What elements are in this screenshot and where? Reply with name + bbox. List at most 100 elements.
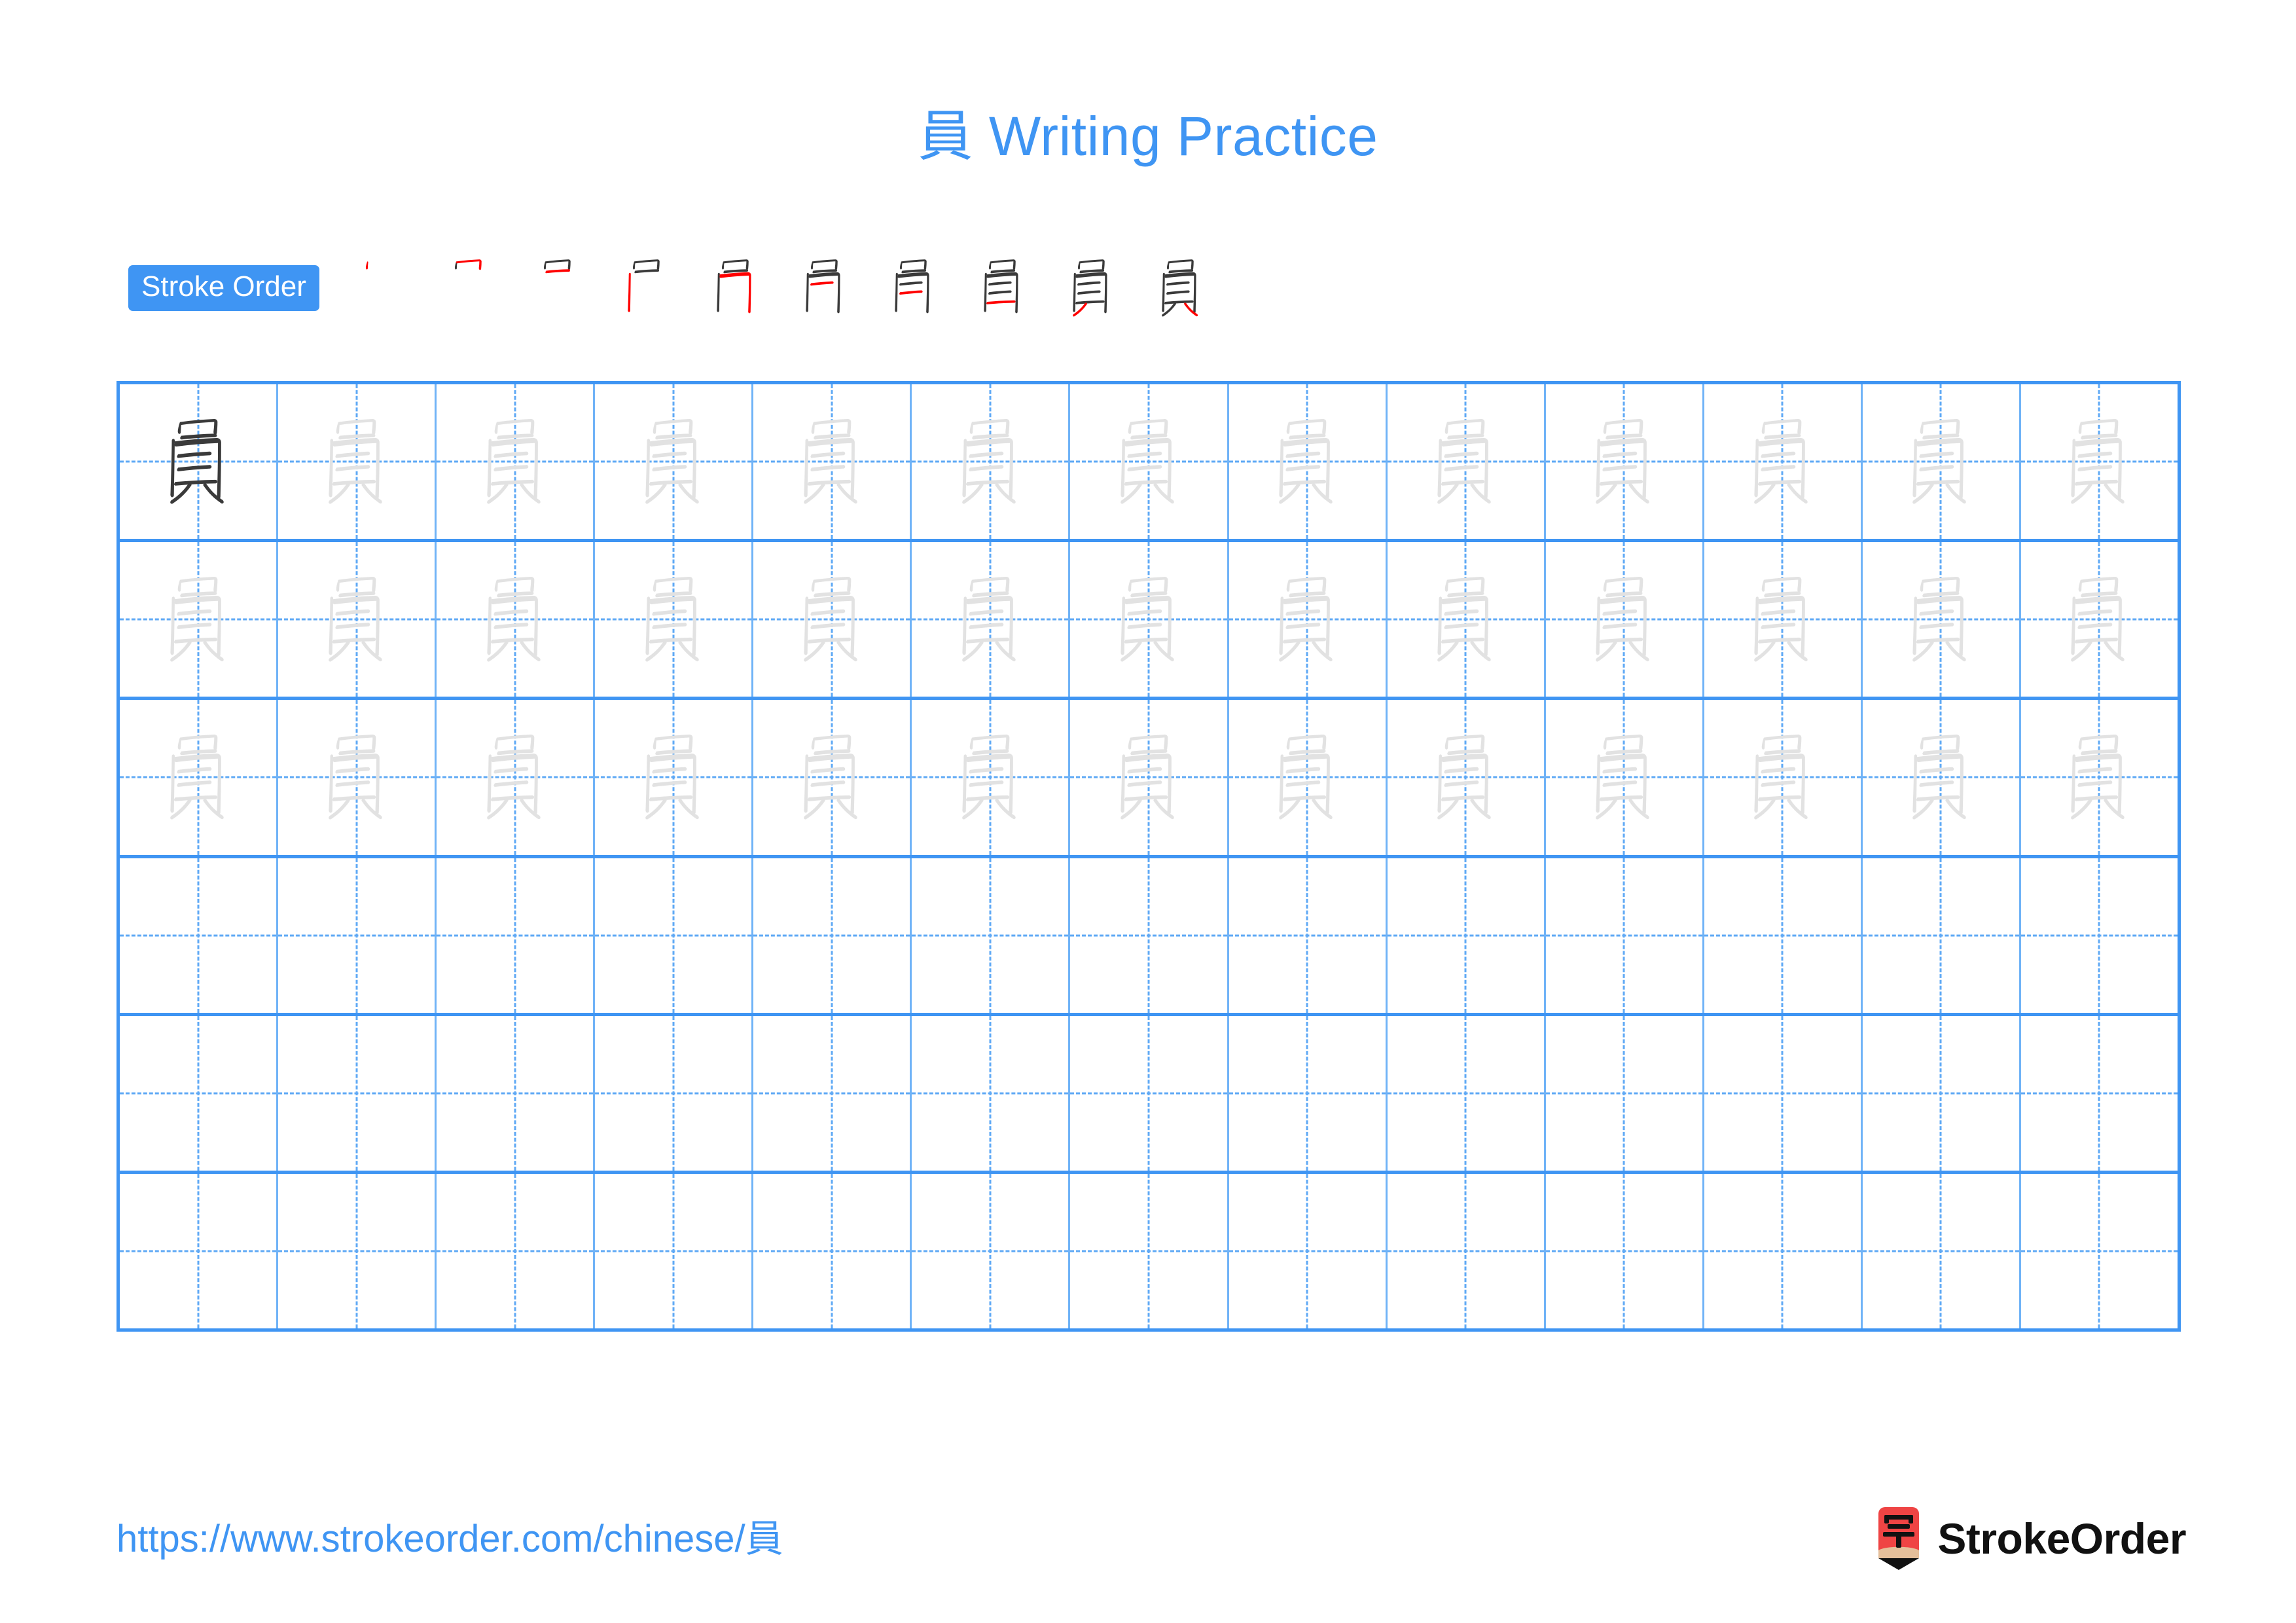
practice-cell-r2-c10[interactable] — [1545, 542, 1704, 697]
cell-guide-vertical — [672, 1173, 675, 1329]
practice-cell-r6-c3[interactable] — [437, 1173, 596, 1329]
practice-cell-r4-c4[interactable] — [595, 858, 754, 1013]
practice-cell-r2-c9[interactable] — [1387, 542, 1546, 697]
practice-cell-r1-c7[interactable] — [1070, 384, 1229, 539]
cell-guide-vertical — [1781, 1173, 1784, 1329]
practice-cell-r4-c12[interactable] — [1862, 858, 2021, 1013]
practice-cell-r3-c7[interactable] — [1070, 700, 1229, 855]
practice-cell-r5-c9[interactable] — [1387, 1015, 1546, 1171]
practice-cell-r5-c2[interactable] — [278, 1015, 437, 1171]
practice-cell-r3-c9[interactable] — [1387, 700, 1546, 855]
practice-cell-r4-c9[interactable] — [1387, 858, 1546, 1013]
trace-character — [1704, 542, 1861, 697]
practice-cell-r6-c12[interactable] — [1862, 1173, 2021, 1329]
practice-cell-r3-c10[interactable] — [1545, 700, 1704, 855]
practice-cell-r6-c7[interactable] — [1070, 1173, 1229, 1329]
practice-cell-r1-c4[interactable] — [595, 384, 754, 539]
practice-cell-r2-c8[interactable] — [1229, 542, 1388, 697]
practice-cell-r4-c5[interactable] — [753, 858, 912, 1013]
practice-cell-r3-c3[interactable] — [437, 700, 596, 855]
practice-cell-r2-c5[interactable] — [753, 542, 912, 697]
trace-character — [1229, 700, 1386, 854]
practice-cell-r6-c4[interactable] — [595, 1173, 754, 1329]
practice-cell-r5-c8[interactable] — [1229, 1015, 1388, 1171]
source-url-link[interactable]: https://www.strokeorder.com/chinese/員 — [117, 1516, 783, 1562]
practice-cell-r1-c3[interactable] — [437, 384, 596, 539]
practice-cell-r1-c8[interactable] — [1229, 384, 1388, 539]
practice-cell-r6-c5[interactable] — [753, 1173, 912, 1329]
practice-cell-r2-c7[interactable] — [1070, 542, 1229, 697]
practice-cell-r1-c6[interactable] — [912, 384, 1071, 539]
practice-cell-r5-c10[interactable] — [1545, 1015, 1704, 1171]
stroke-order-section: Stroke Order — [128, 249, 1228, 327]
practice-cell-r3-c6[interactable] — [912, 700, 1071, 855]
practice-cell-r6-c11[interactable] — [1704, 1173, 1863, 1329]
practice-cell-r1-c2[interactable] — [278, 384, 437, 539]
practice-grid — [117, 381, 2181, 1332]
practice-cell-r3-c13[interactable] — [2020, 700, 2181, 855]
practice-cell-r6-c6[interactable] — [912, 1173, 1071, 1329]
trace-character — [912, 700, 1068, 854]
practice-cell-r1-c10[interactable] — [1545, 384, 1704, 539]
practice-cell-r5-c3[interactable] — [437, 1015, 596, 1171]
practice-cell-r6-c8[interactable] — [1229, 1173, 1388, 1329]
practice-cell-r5-c1[interactable] — [120, 1015, 279, 1171]
practice-cell-r3-c5[interactable] — [753, 700, 912, 855]
practice-cell-r3-c4[interactable] — [595, 700, 754, 855]
practice-cell-r2-c4[interactable] — [595, 542, 754, 697]
practice-cell-r4-c6[interactable] — [912, 858, 1071, 1013]
practice-cell-r1-c5[interactable] — [753, 384, 912, 539]
practice-cell-r5-c6[interactable] — [912, 1015, 1071, 1171]
cell-guide-vertical — [831, 858, 833, 1013]
trace-character — [437, 384, 593, 539]
practice-cell-r4-c7[interactable] — [1070, 858, 1229, 1013]
practice-cell-r3-c2[interactable] — [278, 700, 437, 855]
practice-cell-r2-c11[interactable] — [1704, 542, 1863, 697]
practice-cell-r4-c13[interactable] — [2020, 858, 2181, 1013]
practice-cell-r6-c2[interactable] — [278, 1173, 437, 1329]
practice-cell-r5-c12[interactable] — [1862, 1015, 2021, 1171]
practice-cell-r3-c11[interactable] — [1704, 700, 1863, 855]
practice-cell-r2-c13[interactable] — [2020, 542, 2181, 697]
practice-cell-r2-c6[interactable] — [912, 542, 1071, 697]
stroke-order-step-3 — [516, 246, 600, 330]
practice-cell-r5-c7[interactable] — [1070, 1015, 1229, 1171]
practice-cell-r4-c11[interactable] — [1704, 858, 1863, 1013]
cell-guide-vertical — [672, 1015, 675, 1171]
practice-cell-r6-c1[interactable] — [120, 1173, 279, 1329]
practice-cell-r3-c1[interactable] — [120, 700, 279, 855]
trace-character — [120, 700, 276, 854]
cell-guide-horizontal — [437, 1250, 594, 1252]
practice-cell-r1-c12[interactable] — [1862, 384, 2021, 539]
practice-cell-r5-c5[interactable] — [753, 1015, 912, 1171]
cell-guide-vertical — [2098, 1173, 2100, 1329]
practice-cell-r1-c13[interactable] — [2020, 384, 2181, 539]
practice-cell-r5-c4[interactable] — [595, 1015, 754, 1171]
practice-cell-r6-c9[interactable] — [1387, 1173, 1546, 1329]
practice-cell-r2-c1[interactable] — [120, 542, 279, 697]
practice-cell-r1-c9[interactable] — [1387, 384, 1546, 539]
cell-guide-vertical — [1939, 1015, 1942, 1171]
practice-cell-r4-c3[interactable] — [437, 858, 596, 1013]
cell-guide-horizontal — [1070, 1250, 1227, 1252]
stroke-order-step-8 — [961, 246, 1045, 330]
practice-cell-r3-c8[interactable] — [1229, 700, 1388, 855]
practice-cell-r3-c12[interactable] — [1862, 700, 2021, 855]
trace-character — [120, 542, 276, 697]
practice-cell-r4-c1[interactable] — [120, 858, 279, 1013]
practice-cell-r4-c8[interactable] — [1229, 858, 1388, 1013]
practice-cell-r5-c11[interactable] — [1704, 1015, 1863, 1171]
brand-logo[interactable]: StrokeOrder — [1874, 1507, 2186, 1570]
practice-cell-r1-c1[interactable] — [120, 384, 279, 539]
practice-cell-r6-c10[interactable] — [1545, 1173, 1704, 1329]
practice-cell-r1-c11[interactable] — [1704, 384, 1863, 539]
practice-cell-r4-c10[interactable] — [1545, 858, 1704, 1013]
practice-cell-r4-c2[interactable] — [278, 858, 437, 1013]
practice-cell-r2-c12[interactable] — [1862, 542, 2021, 697]
cell-guide-vertical — [1781, 1015, 1784, 1171]
practice-cell-r2-c2[interactable] — [278, 542, 437, 697]
practice-cell-r6-c13[interactable] — [2020, 1173, 2181, 1329]
cell-guide-vertical — [197, 1173, 200, 1329]
practice-cell-r5-c13[interactable] — [2020, 1015, 2181, 1171]
practice-cell-r2-c3[interactable] — [437, 542, 596, 697]
